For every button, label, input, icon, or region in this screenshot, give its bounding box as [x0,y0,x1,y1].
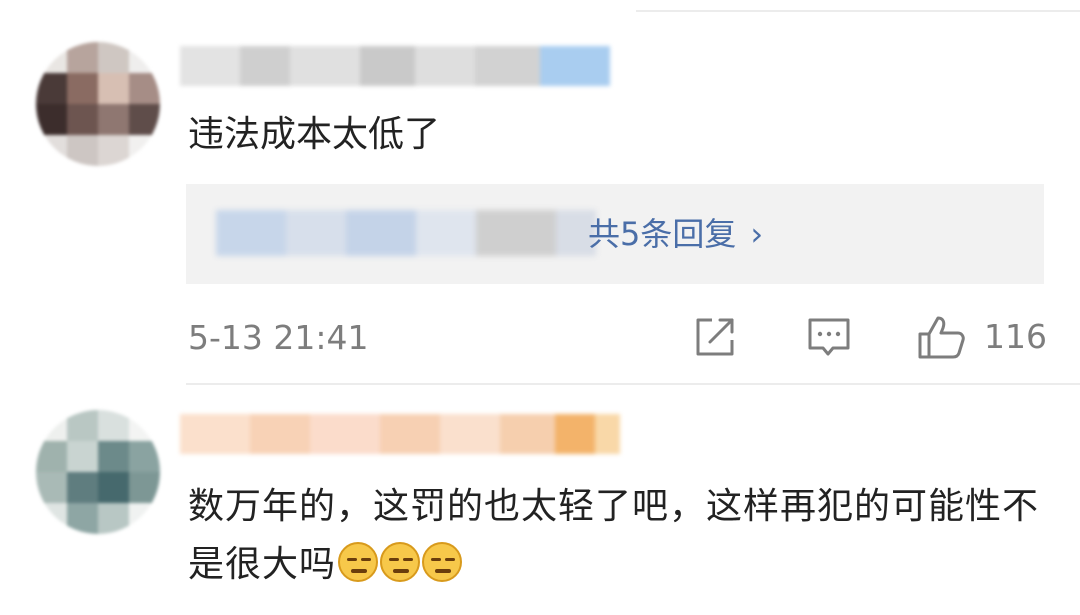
like-button[interactable]: 116 [916,314,1047,360]
username-blurred[interactable] [180,414,620,454]
reply-count-label: 共5条回复 [588,215,737,253]
comment-text: 违法成本太低了 [188,114,441,155]
comment-divider [186,383,1080,385]
avatar[interactable] [36,42,160,166]
sweat-smile-emoji [380,542,421,582]
comment-timestamp: 5-13 21:41 [188,318,369,357]
view-replies-link[interactable]: 共5条回复 › [588,208,763,260]
avatar[interactable] [36,410,160,534]
top-divider [636,10,1080,12]
edit-share-icon [696,318,734,356]
reply-preview-blurred [216,210,596,256]
comment-bubble-icon [808,318,850,356]
sweat-smile-emoji [338,542,379,582]
thumbs-up-icon [918,316,965,359]
username-blurred[interactable] [180,46,610,86]
share-button[interactable] [692,314,738,360]
like-count: 116 [984,317,1047,356]
comment-button[interactable] [806,314,852,360]
comment-body: 数万年的，这罚的也太轻了吧，这样再犯的可能性不是很大吗 [188,486,1040,585]
chevron-right-icon: › [750,215,764,253]
comment-text: 数万年的，这罚的也太轻了吧，这样再犯的可能性不是很大吗 [188,478,1068,594]
sweat-smile-emoji [422,542,463,582]
reply-summary-box[interactable]: 共5条回复 › [186,184,1044,284]
